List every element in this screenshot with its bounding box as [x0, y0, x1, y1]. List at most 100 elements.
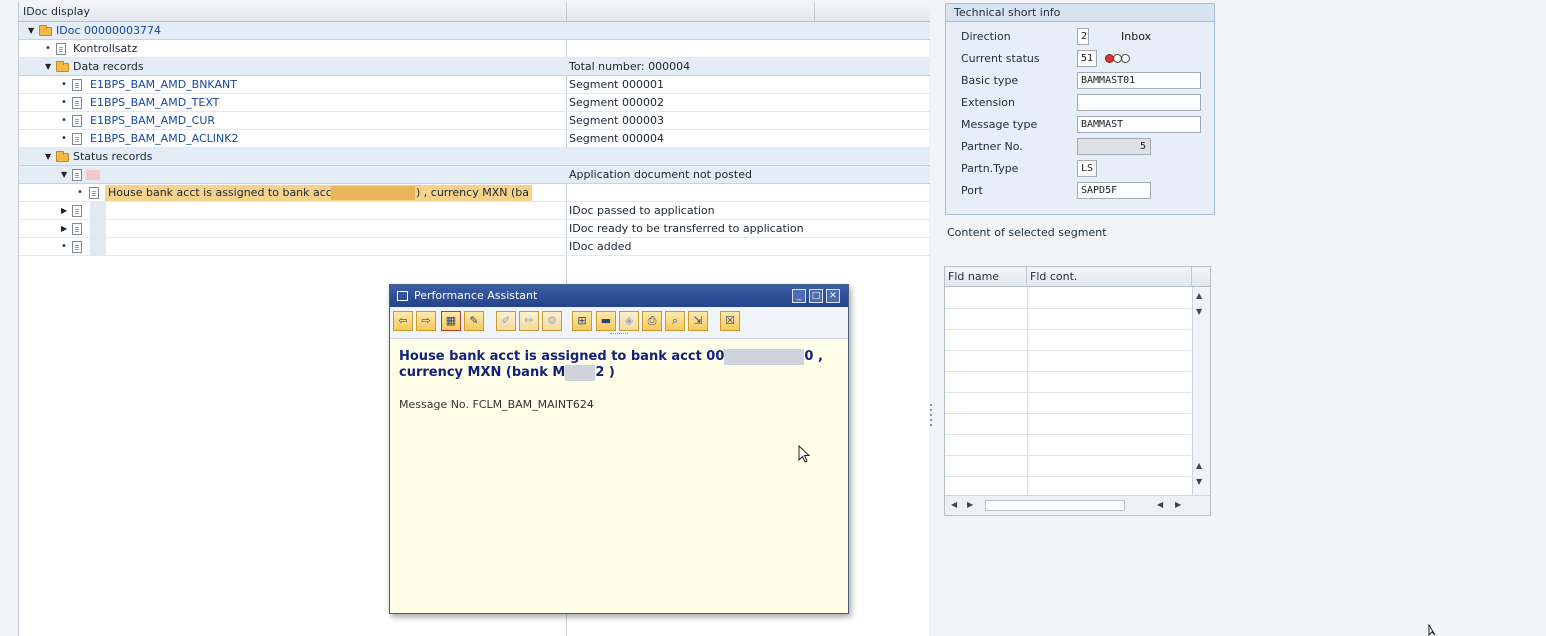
port-field[interactable]: SAPD5F — [1077, 182, 1151, 199]
folder-open-icon — [56, 61, 69, 72]
masked-status-code — [86, 170, 100, 180]
tree-header-col-idoc[interactable]: IDoc display — [19, 2, 567, 22]
partner-no-field[interactable]: 5 — [1077, 138, 1151, 155]
col-field-content[interactable]: Fld cont. — [1027, 267, 1192, 287]
status-code: 50 — [90, 238, 106, 256]
scroll-left-icon[interactable]: ◀ — [951, 500, 957, 509]
document-icon — [72, 97, 82, 109]
tree-row-status-records[interactable]: ▼ Status records — [19, 148, 930, 166]
close-button[interactable]: ✕ — [826, 289, 840, 303]
performance-assistant-window: Performance Assistant _ □ ✕ ⇦ ⇨ ▦ ✎ ✐ ✏ … — [389, 284, 849, 614]
vertical-scrollbar[interactable]: ▲ ▼ ▲ ▼ — [1192, 287, 1210, 495]
table-gridline — [945, 308, 1191, 309]
application-help-icon[interactable]: ✎ — [464, 311, 484, 331]
pane-splitter[interactable] — [930, 404, 933, 434]
resize-grip — [610, 333, 628, 335]
exit-icon[interactable]: ☒ — [720, 311, 740, 331]
table-gridline — [945, 476, 1191, 477]
pencil-icon[interactable]: ✏ — [519, 311, 539, 331]
direction-label: Direction — [961, 30, 1011, 43]
document-icon — [72, 79, 82, 91]
minimize-button[interactable]: _ — [792, 289, 806, 303]
col-field-name[interactable]: Fld name — [945, 267, 1027, 287]
segment-number: Segment 000001 — [569, 78, 664, 91]
segment-name: E1BPS_BAM_AMD_BNKANT — [90, 78, 237, 91]
scroll-right-icon[interactable]: ▶ — [1175, 500, 1181, 509]
expand-arrow-icon[interactable]: ▼ — [61, 166, 67, 184]
pa-message-number: Message No. FCLM_BAM_MAINT624 — [399, 398, 594, 411]
table-gridline — [945, 371, 1191, 372]
expand-arrow-icon[interactable]: ▶ — [61, 202, 67, 220]
scroll-down-icon[interactable]: ▲ — [1196, 461, 1202, 470]
pa-toolbar: ⇦ ⇨ ▦ ✎ ✐ ✏ ⚙ ⊞ ▬ ◈ ⎙ ⌕ ⇲ ☒ — [390, 307, 848, 339]
tree-label: Status records — [73, 150, 153, 163]
basic-type-label: Basic type — [961, 74, 1019, 87]
status-description: Application document not posted — [569, 168, 752, 181]
expand-arrow-icon[interactable]: ▼ — [45, 148, 51, 166]
status-description: IDoc ready to be transferred to applicat… — [569, 222, 804, 235]
bookmark-icon[interactable]: ◈ — [619, 311, 639, 331]
scroll-up-icon[interactable]: ▼ — [1196, 307, 1202, 316]
table-settings-cell[interactable] — [1192, 267, 1210, 287]
tree-row-status[interactable]: ▼ Application document not posted — [19, 166, 930, 184]
folder-open-icon — [56, 151, 69, 162]
direction-field[interactable]: 2 — [1077, 28, 1089, 45]
edit-icon[interactable]: ✐ — [496, 311, 516, 331]
tree-header-col-details[interactable] — [567, 2, 815, 22]
expand-arrow-icon[interactable]: ▼ — [45, 58, 51, 76]
status-message-text: House bank acct is assigned to bank acct — [108, 186, 337, 199]
message-type-label: Message type — [961, 118, 1038, 131]
segment-number: Segment 000004 — [569, 132, 664, 145]
scroll-right-icon[interactable]: ▶ — [967, 500, 973, 509]
document-icon — [72, 133, 82, 145]
settings-icon[interactable]: ⚙ — [542, 311, 562, 331]
bullet-icon: • — [61, 97, 67, 108]
extension-field[interactable] — [1077, 94, 1201, 111]
maximize-button[interactable]: □ — [809, 289, 823, 303]
document-icon — [72, 115, 82, 127]
basic-type-field[interactable]: BAMMAST01 — [1077, 72, 1201, 89]
table-gridline — [945, 329, 1191, 330]
tree-row-segment[interactable]: • E1BPS_BAM_AMD_TEXT Segment 000002 — [19, 94, 930, 112]
tree-label: Data records — [73, 60, 144, 73]
find-icon[interactable]: ⌕ — [665, 311, 685, 331]
tree-row-segment[interactable]: • E1BPS_BAM_AMD_CUR Segment 000003 — [19, 112, 930, 130]
table-gridline — [945, 434, 1191, 435]
message-type-field[interactable]: BAMMAST — [1077, 116, 1201, 133]
tree-row-data-records[interactable]: ▼ Data records Total number: 000004 — [19, 58, 930, 76]
tree-row-idoc[interactable]: ▼ IDoc 0000000377 4 — [19, 22, 930, 40]
masked-account — [331, 186, 415, 200]
pa-titlebar[interactable]: Performance Assistant _ □ ✕ — [390, 285, 848, 307]
scroll-bottom-icon[interactable]: ▼ — [1196, 477, 1202, 486]
print-icon[interactable]: ⎙ — [642, 311, 662, 331]
data-records-total: Total number: 000004 — [569, 60, 691, 73]
segment-content-label: Content of selected segment — [947, 226, 1107, 239]
display-icon[interactable]: ▬ — [596, 311, 616, 331]
tree-row-kontrollsatz[interactable]: • Kontrollsatz — [19, 40, 930, 58]
masked-account: ████████ — [724, 349, 805, 365]
tree-row-status-message[interactable]: • House bank acct is assigned to bank ac… — [19, 184, 930, 202]
forward-icon[interactable]: ⇨ — [416, 311, 436, 331]
scrollbar-thumb[interactable] — [985, 500, 1125, 511]
status-field[interactable]: 51 — [1077, 50, 1097, 67]
segment-name: E1BPS_BAM_AMD_CUR — [90, 114, 216, 127]
expand-arrow-icon[interactable]: ▶ — [61, 220, 67, 238]
tree-row-status[interactable]: • 50 IDoc added — [19, 238, 930, 256]
document-icon — [72, 241, 82, 253]
expand-arrow-icon[interactable]: ▼ — [28, 22, 34, 40]
table-icon[interactable]: ⊞ — [572, 311, 592, 331]
tree-row-status[interactable]: ▶ 64 IDoc ready to be transferred to app… — [19, 220, 930, 238]
export-icon[interactable]: ⇲ — [688, 311, 708, 331]
tree-row-status[interactable]: ▶ 62 IDoc passed to application — [19, 202, 930, 220]
partner-type-field[interactable]: LS — [1077, 160, 1097, 177]
horizontal-scrollbar[interactable]: ◀ ▶ ◀ ▶ — [945, 495, 1210, 515]
tree-row-segment[interactable]: • E1BPS_BAM_AMD_ACLINK2 Segment 000004 — [19, 130, 930, 148]
technical-info-icon[interactable]: ▦ — [441, 311, 461, 331]
heading-line2-start: currency MXN (bank M — [399, 365, 566, 380]
segment-name: E1BPS_BAM_AMD_ACLINK2 — [90, 132, 239, 145]
scroll-top-icon[interactable]: ▲ — [1196, 291, 1202, 300]
scroll-left-icon[interactable]: ◀ — [1157, 500, 1163, 509]
tree-row-segment[interactable]: • E1BPS_BAM_AMD_BNKANT Segment 000001 — [19, 76, 930, 94]
back-icon[interactable]: ⇦ — [393, 311, 413, 331]
mouse-cursor-icon — [798, 445, 811, 463]
